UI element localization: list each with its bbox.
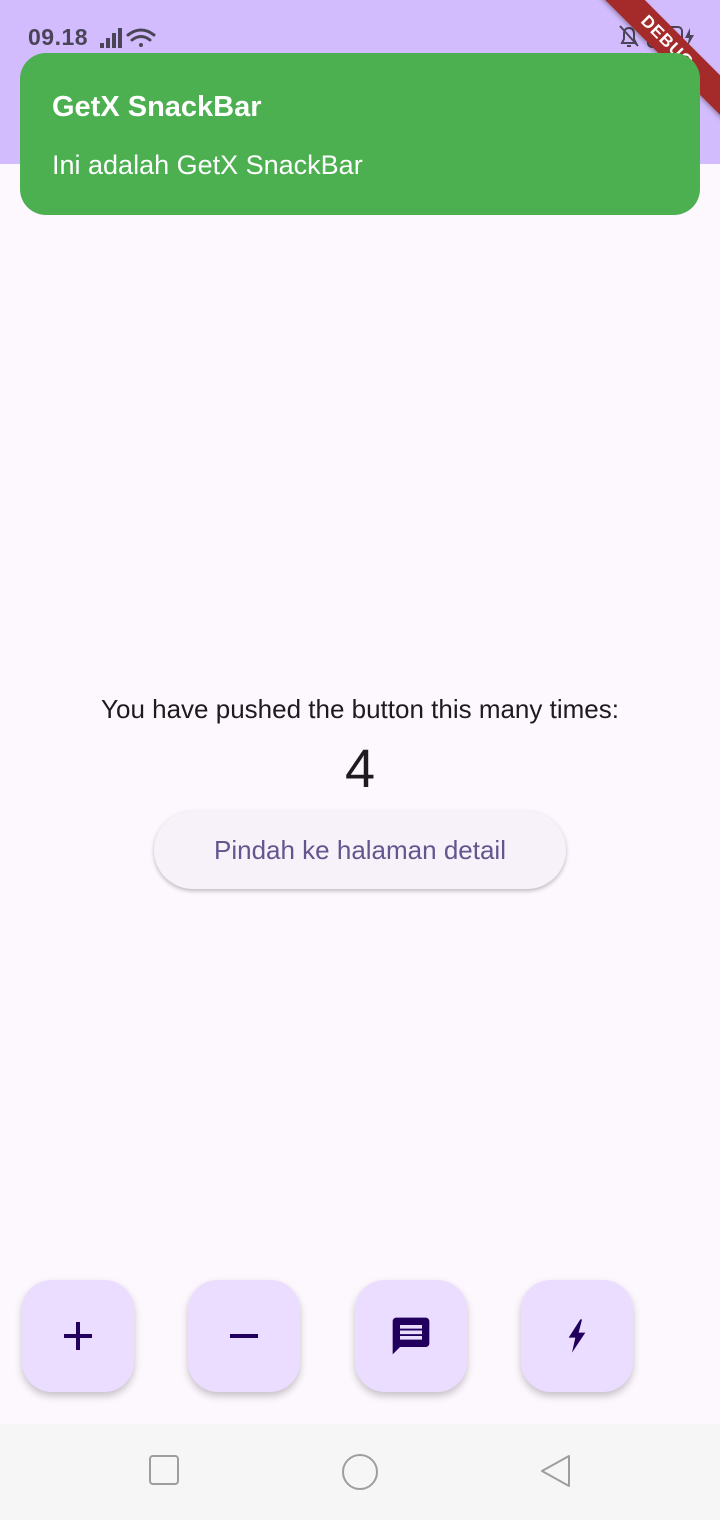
status-icons-left — [98, 26, 158, 55]
plus-icon — [64, 1322, 92, 1350]
increment-button[interactable] — [22, 1280, 134, 1392]
minus-icon — [230, 1334, 258, 1338]
snackbar-title: GetX SnackBar — [52, 91, 262, 123]
signal-icon — [100, 28, 122, 48]
snackbar-message: Ini adalah GetX SnackBar — [52, 150, 363, 180]
flash-button[interactable] — [521, 1280, 633, 1392]
back-icon — [541, 1455, 570, 1487]
message-icon — [392, 1317, 430, 1355]
back-button[interactable] — [538, 1453, 574, 1494]
decrement-button[interactable] — [188, 1280, 300, 1392]
home-icon — [342, 1454, 378, 1490]
wifi-icon — [126, 28, 156, 47]
system-nav-bar — [0, 1424, 720, 1520]
recents-icon — [149, 1455, 179, 1485]
snackbar-button[interactable] — [355, 1280, 467, 1392]
snackbar[interactable]: GetX SnackBar Ini adalah GetX SnackBar — [20, 53, 700, 215]
flash-icon — [568, 1319, 586, 1353]
counter-value: 4 — [344, 739, 376, 799]
counter-label: You have pushed the button this many tim… — [101, 694, 619, 724]
recents-button[interactable] — [148, 1454, 180, 1491]
status-time: 09.18 — [28, 24, 89, 50]
home-button[interactable] — [341, 1453, 379, 1496]
detail-page-button[interactable]: Pindah ke halaman detail — [154, 811, 566, 889]
